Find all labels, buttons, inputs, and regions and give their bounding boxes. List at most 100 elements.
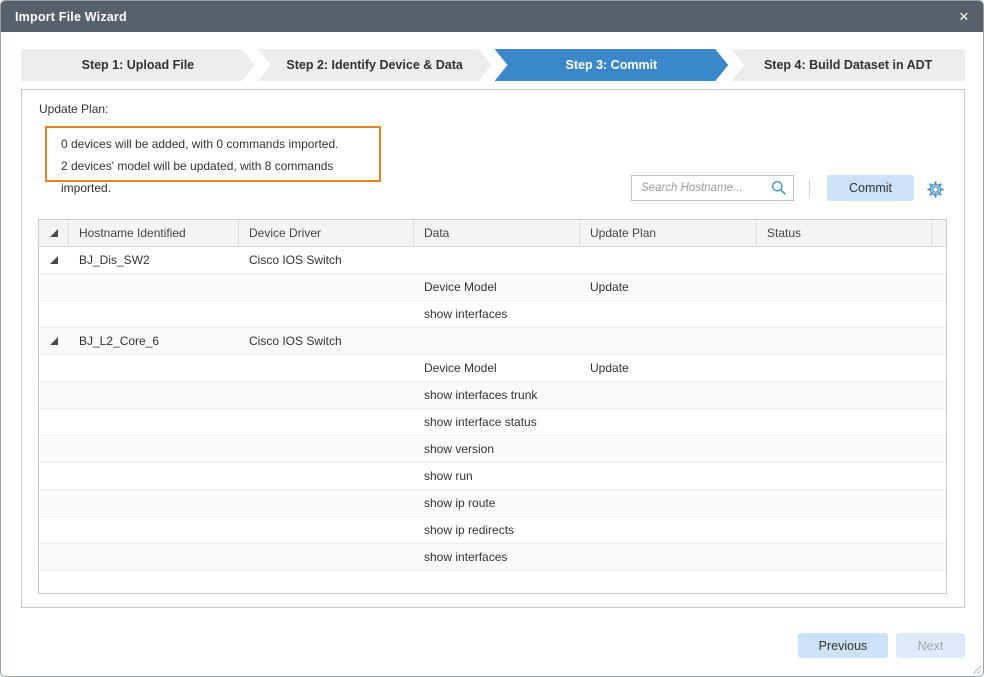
row-expander-cell (39, 382, 69, 408)
cell-update-plan (580, 490, 757, 516)
cell-driver (239, 382, 414, 408)
cell-filler (932, 274, 946, 300)
row-expander-cell[interactable] (39, 328, 69, 354)
row-expander-cell (39, 301, 69, 327)
cell-data: show version (414, 436, 580, 462)
cell-hostname (69, 517, 239, 543)
summary-line-updated: 2 devices' model will be updated, with 8… (61, 155, 365, 199)
update-plan-summary: 0 devices will be added, with 0 commands… (45, 126, 381, 182)
cell-filler (932, 463, 946, 489)
cell-data: show ip redirects (414, 517, 580, 543)
cell-update-plan: Update (580, 274, 757, 300)
gear-icon[interactable] (926, 180, 945, 199)
cell-filler (932, 544, 946, 570)
cell-update-plan (580, 544, 757, 570)
titlebar: Import File Wizard × (1, 1, 983, 32)
row-expander-cell (39, 274, 69, 300)
cell-filler (932, 490, 946, 516)
header-hostname-identified[interactable]: Hostname Identified (69, 220, 239, 246)
step-3-commit[interactable]: Step 3: Commit (495, 49, 729, 81)
cell-filler (932, 247, 946, 273)
step-4-build-dataset-adt[interactable]: Step 4: Build Dataset in ADT (731, 49, 965, 81)
cell-data: show interfaces trunk (414, 382, 580, 408)
cell-status (757, 544, 932, 570)
cell-data (414, 328, 580, 354)
cell-hostname (69, 355, 239, 381)
cell-data: Device Model (414, 274, 580, 300)
step-label: Step 2: Identify Device & Data (286, 58, 462, 72)
cell-filler (932, 517, 946, 543)
table-row[interactable]: Device ModelUpdate (39, 274, 946, 301)
cell-status (757, 463, 932, 489)
close-icon[interactable]: × (959, 8, 969, 25)
cell-data: show interfaces (414, 544, 580, 570)
cell-status (757, 247, 932, 273)
table-row[interactable]: show run (39, 463, 946, 490)
cell-driver (239, 301, 414, 327)
search-icon[interactable] (771, 180, 787, 196)
cell-driver (239, 490, 414, 516)
step-label: Step 4: Build Dataset in ADT (764, 58, 932, 72)
header-data[interactable]: Data (414, 220, 580, 246)
cell-hostname (69, 382, 239, 408)
step-1-upload-file[interactable]: Step 1: Upload File (21, 49, 255, 81)
cell-driver: Cisco IOS Switch (239, 247, 414, 273)
collapse-all-icon[interactable] (50, 229, 58, 237)
commit-button[interactable]: Commit (827, 175, 914, 201)
previous-button[interactable]: Previous (798, 633, 888, 658)
table-row[interactable]: show interfaces (39, 301, 946, 328)
step-label: Step 3: Commit (566, 58, 658, 72)
cell-data: Device Model (414, 355, 580, 381)
cell-hostname (69, 409, 239, 435)
cell-update-plan: Update (580, 355, 757, 381)
search-input[interactable] (641, 182, 771, 194)
cell-status (757, 409, 932, 435)
wizard-steps: Step 1: Upload File Step 2: Identify Dev… (21, 49, 965, 81)
collapse-icon[interactable] (50, 256, 58, 264)
resize-grip-icon[interactable] (970, 663, 981, 674)
table-row[interactable]: show ip route (39, 490, 946, 517)
row-expander-cell[interactable] (39, 247, 69, 273)
table-header: Hostname Identified Device Driver Data U… (39, 220, 946, 247)
table-row[interactable]: BJ_Dis_SW2Cisco IOS Switch (39, 247, 946, 274)
search-hostname-box (631, 175, 794, 201)
cell-update-plan (580, 463, 757, 489)
cell-status (757, 490, 932, 516)
collapse-icon[interactable] (50, 337, 58, 345)
header-device-driver[interactable]: Device Driver (239, 220, 414, 246)
table-row[interactable]: show ip redirects (39, 517, 946, 544)
table-row[interactable]: BJ_L2_Core_6Cisco IOS Switch (39, 328, 946, 355)
row-expander-cell (39, 463, 69, 489)
step-label: Step 1: Upload File (82, 58, 195, 72)
cell-hostname: BJ_L2_Core_6 (69, 328, 239, 354)
collapse-all-header-cell[interactable] (39, 220, 69, 246)
cell-update-plan (580, 409, 757, 435)
cell-status (757, 355, 932, 381)
table-body: BJ_Dis_SW2Cisco IOS SwitchDevice ModelUp… (39, 247, 946, 571)
cell-status (757, 301, 932, 327)
cell-hostname (69, 301, 239, 327)
table-row[interactable]: show interfaces trunk (39, 382, 946, 409)
cell-driver (239, 517, 414, 543)
step-2-identify-device-data[interactable]: Step 2: Identify Device & Data (258, 49, 492, 81)
table-row[interactable]: show interfaces (39, 544, 946, 571)
update-plan-label: Update Plan: (39, 102, 108, 116)
table-row[interactable]: show version (39, 436, 946, 463)
cell-data: show ip route (414, 490, 580, 516)
cell-data: show interface status (414, 409, 580, 435)
cell-update-plan (580, 328, 757, 354)
next-button[interactable]: Next (896, 633, 965, 658)
header-filler (932, 220, 946, 246)
header-update-plan[interactable]: Update Plan (580, 220, 757, 246)
table-row[interactable]: Device ModelUpdate (39, 355, 946, 382)
row-expander-cell (39, 544, 69, 570)
cell-hostname: BJ_Dis_SW2 (69, 247, 239, 273)
cell-hostname (69, 490, 239, 516)
commit-table: Hostname Identified Device Driver Data U… (38, 219, 947, 594)
import-file-wizard-dialog: Import File Wizard × Step 1: Upload File… (0, 0, 984, 677)
toolbar-divider (809, 179, 810, 198)
table-row[interactable]: show interface status (39, 409, 946, 436)
header-status[interactable]: Status (757, 220, 932, 246)
cell-update-plan (580, 517, 757, 543)
cell-filler (932, 301, 946, 327)
